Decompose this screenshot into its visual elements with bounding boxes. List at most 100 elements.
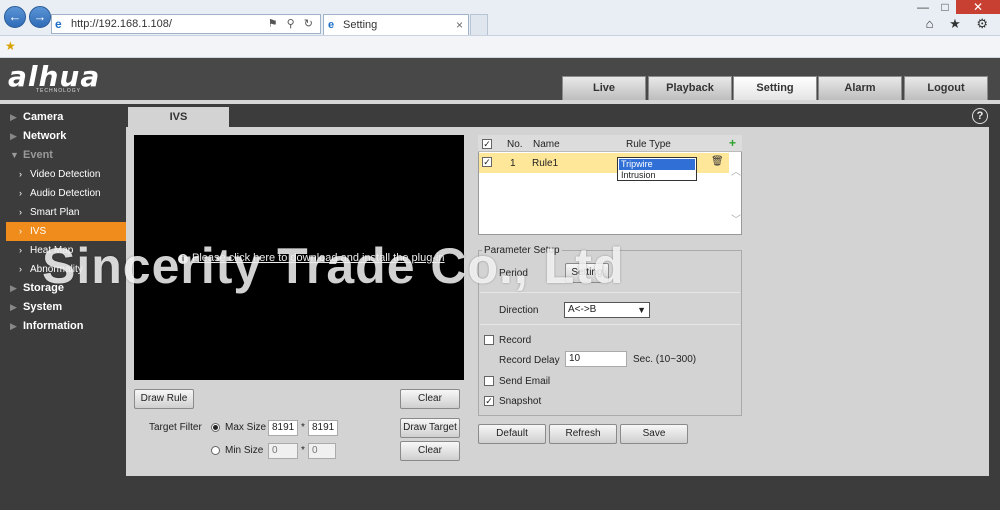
sidebar-item-label: Event bbox=[23, 149, 53, 161]
snapshot-checkbox[interactable]: ✓ bbox=[484, 396, 494, 406]
clear-target-button[interactable]: Clear bbox=[400, 441, 460, 461]
help-icon[interactable]: ? bbox=[972, 108, 988, 124]
browser-toolbar: ← → e http://192.168.1.108/ ⚑ ⚲ ↻ e Sett… bbox=[0, 0, 1000, 36]
favorites-bar: ★ bbox=[0, 36, 1000, 58]
default-button[interactable]: Default bbox=[478, 424, 546, 444]
select-all-checkbox[interactable]: ✓ bbox=[482, 139, 492, 149]
min-size-label: Min Size bbox=[225, 445, 264, 456]
new-tab-button[interactable] bbox=[470, 14, 488, 35]
record-checkbox[interactable] bbox=[484, 335, 494, 345]
sidebar-item-label: Camera bbox=[23, 111, 64, 123]
browser-tab-setting[interactable]: e Setting × bbox=[323, 14, 469, 35]
sidebar-item-event[interactable]: ▼ Event bbox=[0, 146, 128, 165]
send-email-checkbox[interactable] bbox=[484, 376, 494, 386]
sidebar-item-label: System bbox=[23, 301, 63, 313]
chevron-right-icon: › bbox=[19, 245, 22, 255]
refresh-button[interactable]: Refresh bbox=[549, 424, 617, 444]
address-url: http://192.168.1.108/ bbox=[71, 18, 172, 30]
min-size-radio[interactable] bbox=[211, 446, 220, 455]
delete-rule-icon[interactable]: 🗑 bbox=[711, 156, 724, 167]
min-width-input[interactable]: 0 bbox=[268, 443, 298, 459]
record-delay-input[interactable]: 10 bbox=[565, 351, 627, 367]
sidebar-item-label: Video Detection bbox=[30, 169, 101, 180]
tab-icon: e bbox=[328, 19, 335, 31]
snapshot-label: Snapshot bbox=[499, 396, 542, 407]
clear-rule-button[interactable]: Clear bbox=[400, 389, 460, 409]
max-size-label: Max Size bbox=[225, 422, 267, 433]
add-rule-icon[interactable]: + bbox=[729, 137, 736, 149]
sidebar-item-label: Network bbox=[23, 130, 67, 142]
sidebar-item-label: Information bbox=[23, 320, 84, 332]
record-delay-unit: Sec. (10~300) bbox=[633, 354, 697, 365]
minimize-icon[interactable]: — bbox=[912, 0, 934, 14]
chevron-right-icon: ▶ bbox=[10, 321, 17, 331]
send-email-label: Send Email bbox=[499, 376, 551, 387]
draw-rule-button[interactable]: Draw Rule bbox=[134, 389, 194, 409]
favorites-star-icon[interactable]: ★ bbox=[5, 39, 16, 53]
option-intrusion[interactable]: Intrusion bbox=[619, 170, 695, 181]
rule-type-dropdown[interactable]: Tripwire Intrusion bbox=[617, 157, 697, 181]
address-bar[interactable]: e http://192.168.1.108/ ⚑ ⚲ ↻ bbox=[51, 14, 321, 34]
record-label: Record bbox=[499, 335, 532, 346]
tab-logout[interactable]: Logout bbox=[904, 76, 988, 100]
maximize-icon[interactable]: □ bbox=[934, 0, 956, 14]
rule-checkbox[interactable]: ✓ bbox=[482, 157, 492, 167]
brand-logo: alhua bbox=[8, 60, 101, 93]
sidebar-item-smart-plan[interactable]: › Smart Plan bbox=[0, 203, 128, 222]
rule-no: 1 bbox=[510, 158, 516, 169]
tab-alarm[interactable]: Alarm bbox=[818, 76, 902, 100]
direction-value: A<->B bbox=[568, 304, 597, 315]
divider bbox=[480, 324, 740, 325]
times-sign: * bbox=[301, 422, 305, 433]
sidebar-item-information[interactable]: ▶ Information bbox=[0, 317, 128, 336]
chevron-down-icon: ▼ bbox=[637, 305, 646, 315]
col-no: No. bbox=[507, 139, 523, 150]
times-sign: * bbox=[301, 445, 305, 456]
scroll-up-icon[interactable]: ︿ bbox=[731, 163, 741, 178]
brand-logo-sub: TECHNOLOGY bbox=[36, 88, 82, 94]
save-button[interactable]: Save bbox=[620, 424, 688, 444]
chevron-right-icon: › bbox=[19, 264, 22, 274]
chevron-right-icon: › bbox=[19, 226, 22, 236]
sidebar-item-label: Smart Plan bbox=[30, 207, 80, 218]
ie-icon: e bbox=[55, 17, 62, 31]
tab-ivs[interactable]: IVS bbox=[128, 107, 229, 127]
sidebar-item-label: Audio Detection bbox=[30, 188, 101, 199]
draw-target-button[interactable]: Draw Target bbox=[400, 418, 460, 438]
chevron-right-icon: ▶ bbox=[10, 302, 17, 312]
min-height-input[interactable]: 0 bbox=[308, 443, 336, 459]
tab-close-icon[interactable]: × bbox=[456, 18, 463, 32]
target-filter-label: Target Filter bbox=[149, 422, 202, 433]
chevron-right-icon: ▶ bbox=[10, 283, 17, 293]
max-height-input[interactable]: 8191 bbox=[308, 420, 338, 436]
option-tripwire[interactable]: Tripwire bbox=[619, 159, 695, 170]
chevron-right-icon: ▶ bbox=[10, 112, 17, 122]
tab-live[interactable]: Live bbox=[562, 76, 646, 100]
chevron-right-icon: ▶ bbox=[10, 131, 17, 141]
max-width-input[interactable]: 8191 bbox=[268, 420, 298, 436]
sidebar-item-network[interactable]: ▶ Network bbox=[0, 127, 128, 146]
max-size-radio[interactable] bbox=[211, 423, 220, 432]
chevron-right-icon: › bbox=[19, 188, 22, 198]
chevron-down-icon: ▼ bbox=[10, 150, 19, 160]
sidebar-item-video-detection[interactable]: › Video Detection bbox=[0, 165, 128, 184]
address-tools-icon[interactable]: ⚑ ⚲ ↻ bbox=[268, 17, 316, 30]
direction-select[interactable]: A<->B ▼ bbox=[564, 302, 650, 318]
chevron-right-icon: › bbox=[19, 207, 22, 217]
sidebar-item-audio-detection[interactable]: › Audio Detection bbox=[0, 184, 128, 203]
rule-name: Rule1 bbox=[532, 158, 559, 169]
record-delay-label: Record Delay bbox=[499, 355, 560, 366]
close-window-icon[interactable]: ✕ bbox=[956, 0, 1000, 14]
sidebar-item-camera[interactable]: ▶ Camera bbox=[0, 108, 128, 127]
scroll-down-icon[interactable]: ﹀ bbox=[731, 211, 741, 226]
home-favorites-tools-icon[interactable]: ⌂ ★ ⚙ bbox=[926, 16, 994, 32]
watermark: Sincerity Trade Co., Ltd bbox=[42, 238, 625, 294]
sidebar-item-system[interactable]: ▶ System bbox=[0, 298, 128, 317]
tab-title: Setting bbox=[343, 19, 378, 31]
chevron-right-icon: › bbox=[19, 169, 22, 179]
forward-button[interactable]: → bbox=[29, 6, 51, 28]
tab-playback[interactable]: Playback bbox=[648, 76, 732, 100]
back-button[interactable]: ← bbox=[4, 6, 26, 28]
col-name: Name bbox=[533, 139, 560, 150]
tab-setting[interactable]: Setting bbox=[733, 76, 817, 100]
